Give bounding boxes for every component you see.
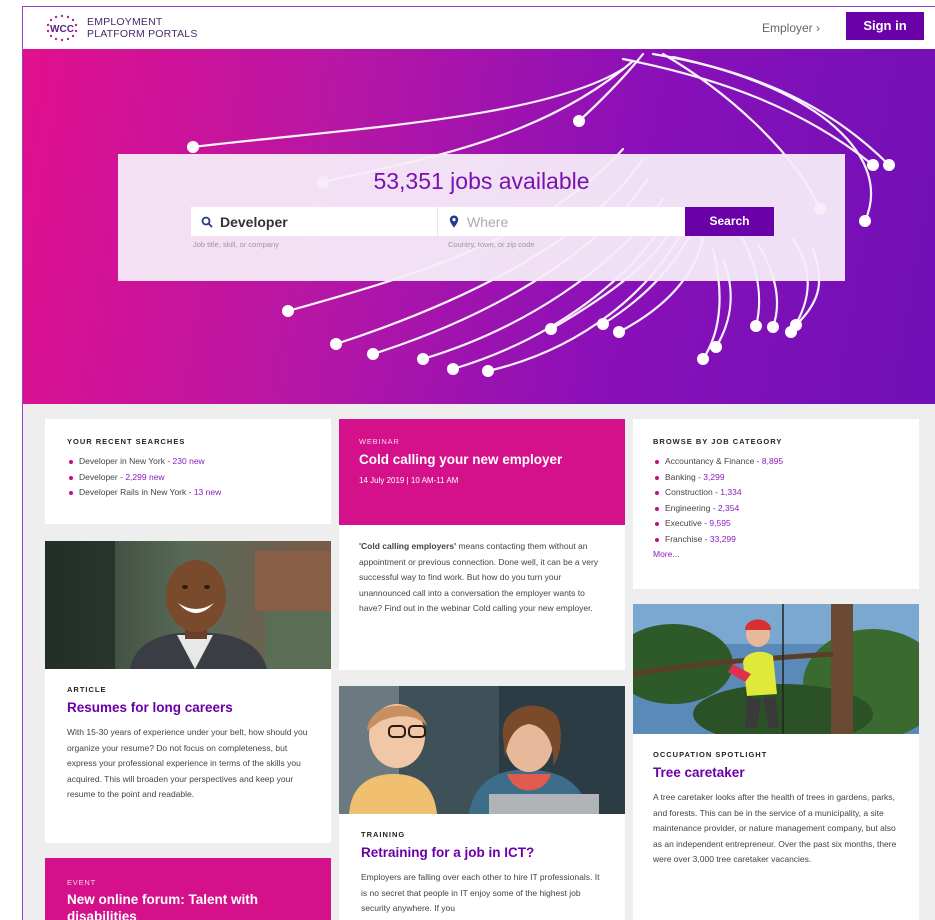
category-item[interactable]: Engineering - 2,354 — [653, 501, 899, 517]
event-eyebrow: EVENT — [67, 878, 97, 887]
training-body: Employers are falling over each other to… — [361, 872, 600, 913]
top-navigation-bar: WCC EMPLOYMENT PLATFORM PORTALS Employer… — [23, 7, 935, 49]
category-item[interactable]: Accountancy & Finance - 8,895 — [653, 454, 899, 470]
sign-in-button[interactable]: Sign in — [846, 12, 924, 40]
recent-search-item[interactable]: Developer in New York - 230 new — [67, 454, 309, 470]
wcc-logo-icon: WCC — [43, 13, 81, 43]
webinar-eyebrow: WEBINAR — [359, 437, 400, 446]
recent-searches-list: Developer in New York - 230 new Develope… — [67, 454, 309, 501]
job-search-panel: 53,351 jobs available Developer Job titl… — [118, 154, 845, 281]
page-frame: WCC EMPLOYMENT PLATFORM PORTALS Employer… — [22, 6, 935, 920]
recent-search-item[interactable]: Developer - 2,299 new — [67, 470, 309, 486]
employer-link[interactable]: Employer › — [762, 21, 820, 35]
article-eyebrow: ARTICLE — [67, 685, 107, 694]
search-icon — [200, 215, 214, 229]
article-card[interactable]: ARTICLE Resumes for long careers With 15… — [45, 541, 331, 843]
webinar-body-text: means contacting them without an appoint… — [359, 541, 599, 613]
recent-searches-card: YOUR RECENT SEARCHES Developer in New Yo… — [45, 419, 331, 524]
search-button[interactable]: Search — [685, 207, 774, 236]
training-title[interactable]: Retraining for a job in ICT? — [361, 845, 603, 860]
what-search-input[interactable]: Developer — [191, 207, 437, 236]
more-categories-link[interactable]: More... — [653, 549, 899, 559]
logo-line-1: EMPLOYMENT — [87, 16, 163, 28]
article-title[interactable]: Resumes for long careers — [67, 700, 309, 715]
logo-wordmark: EMPLOYMENT PLATFORM PORTALS — [87, 16, 198, 40]
webinar-date-time: 14 July 2019 | 10 AM-11 AM — [359, 476, 459, 485]
occupation-spotlight-card[interactable]: OCCUPATION SPOTLIGHT Tree caretaker A tr… — [633, 604, 919, 920]
spotlight-title[interactable]: Tree caretaker — [653, 765, 899, 780]
tree-caretaker-photo — [633, 604, 919, 734]
what-input-hint: Job title, skill, or company — [193, 240, 279, 249]
category-item[interactable]: Banking - 3,299 — [653, 470, 899, 486]
jobs-available-count: 53,351 jobs available — [373, 168, 590, 194]
category-item[interactable]: Franchise - 33,299 — [653, 532, 899, 548]
job-categories-heading: BROWSE BY JOB CATEGORY — [653, 437, 783, 446]
article-body: With 15-30 years of experience under you… — [67, 727, 308, 799]
event-title[interactable]: New online forum: Talent with disabiliti… — [67, 891, 309, 920]
where-search-input[interactable]: Where — [438, 207, 685, 236]
hero-banner: 53,351 jobs available Developer Job titl… — [23, 49, 935, 404]
logo-line-2: PLATFORM PORTALS — [87, 28, 198, 40]
what-input-value: Developer — [220, 213, 288, 230]
event-card[interactable]: EVENT New online forum: Talent with disa… — [45, 858, 331, 920]
logo-badge-text: WCC — [50, 24, 74, 35]
spotlight-body: A tree caretaker looks after the health … — [653, 792, 897, 864]
category-item[interactable]: Construction - 1,334 — [653, 485, 899, 501]
webinar-card[interactable]: WEBINAR Cold calling your new employer 1… — [339, 419, 625, 670]
where-input-hint: Country, town, or zip code — [448, 240, 535, 249]
job-categories-card: BROWSE BY JOB CATEGORY Accountancy & Fin… — [633, 419, 919, 589]
mother-child-laptop-photo — [339, 686, 625, 814]
training-card[interactable]: TRAINING Retraining for a job in ICT? Em… — [339, 686, 625, 920]
recent-searches-heading: YOUR RECENT SEARCHES — [67, 437, 186, 446]
webinar-body: 'Cold calling employers' means contactin… — [339, 537, 625, 617]
site-logo[interactable]: WCC EMPLOYMENT PLATFORM PORTALS — [43, 13, 198, 43]
training-eyebrow: TRAINING — [361, 830, 406, 839]
smiling-man-photo — [45, 541, 331, 669]
where-input-placeholder: Where — [467, 213, 509, 230]
webinar-header: WEBINAR Cold calling your new employer 1… — [339, 419, 625, 525]
location-pin-icon — [447, 215, 461, 229]
webinar-title[interactable]: Cold calling your new employer — [359, 451, 605, 468]
webinar-body-bold: 'Cold calling employers' — [359, 541, 457, 551]
spotlight-eyebrow: OCCUPATION SPOTLIGHT — [653, 750, 768, 759]
recent-search-item[interactable]: Developer Rails in New York - 13 new — [67, 485, 309, 501]
job-categories-list: Accountancy & Finance - 8,895 Banking - … — [653, 454, 899, 547]
category-item[interactable]: Executive - 9,595 — [653, 516, 899, 532]
